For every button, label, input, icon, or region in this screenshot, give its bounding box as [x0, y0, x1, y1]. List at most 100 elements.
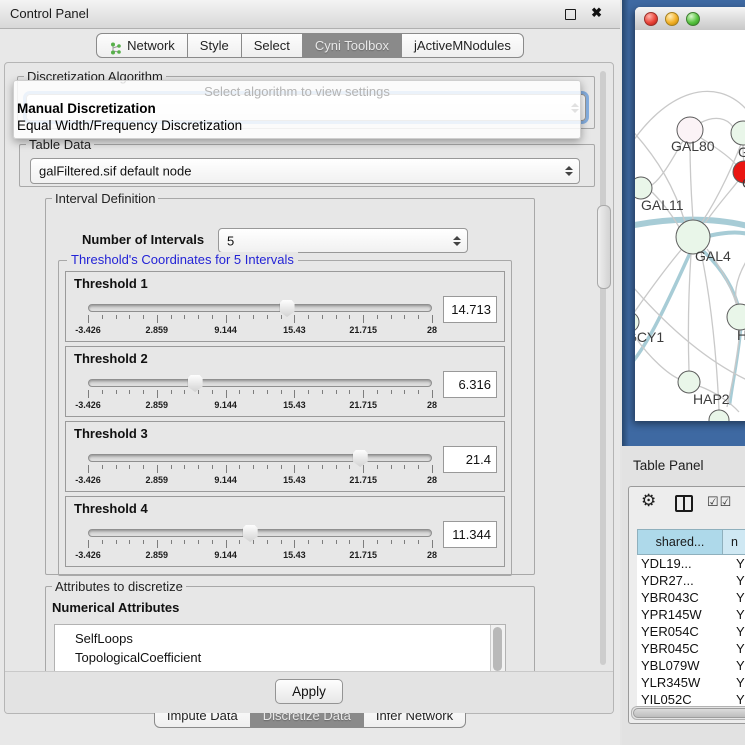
- cell-name[interactable]: YLR3: [725, 675, 745, 690]
- zoom-window-icon[interactable]: [686, 12, 700, 26]
- cyni-toolbox-content: Discretization Algorithm Select algorith…: [4, 62, 614, 714]
- cell-shared-name[interactable]: YIL052C: [637, 692, 725, 707]
- combo-arrows-icon: [453, 236, 461, 246]
- threshold-1-panel: Threshold 1 -3.4262.8599.14415.4321.7152…: [65, 271, 505, 342]
- threshold-4-value-field[interactable]: 11.344: [443, 521, 497, 548]
- cell-name[interactable]: YER0: [725, 624, 745, 639]
- checkbox-icons[interactable]: ☑☑: [707, 494, 732, 510]
- control-panel-titlebar: Control Panel ✖: [0, 0, 620, 29]
- cell-shared-name[interactable]: YPR145W: [637, 607, 725, 622]
- minimize-window-icon[interactable]: [665, 12, 679, 26]
- table-row[interactable]: YLR345WYLR3: [637, 674, 745, 691]
- threshold-3-value-field[interactable]: 21.4: [443, 446, 497, 473]
- cell-shared-name[interactable]: YLR345W: [637, 675, 725, 690]
- threshold-1-value-field[interactable]: 14.713: [443, 296, 497, 323]
- algorithm-option-equal-width[interactable]: Equal Width/Frequency Discretization: [17, 118, 242, 133]
- label-partial-h: H: [737, 327, 745, 343]
- attribute-item[interactable]: TopologicalCoefficient: [75, 648, 505, 667]
- cell-name[interactable]: YBL0: [725, 658, 745, 673]
- tab-label: Cyni Toolbox: [315, 34, 389, 57]
- table-data-selected: galFiltered.sif default node: [39, 164, 191, 179]
- threshold-1-label: Threshold 1: [74, 276, 148, 291]
- threshold-2-slider[interactable]: -3.4262.8599.14415.4321.71528: [88, 375, 432, 413]
- cell-name[interactable]: YBR0: [725, 641, 745, 656]
- apply-strip: Apply: [5, 671, 613, 714]
- label-gal80: GAL80: [671, 138, 715, 154]
- label-gcy1: GCY1: [635, 329, 664, 345]
- combo-arrows-icon: [565, 166, 573, 176]
- numerical-attributes-label: Numerical Attributes: [52, 600, 179, 615]
- table-horizontal-scrollbar[interactable]: [631, 706, 745, 720]
- close-window-icon[interactable]: [644, 12, 658, 26]
- cell-name[interactable]: YDL1: [725, 556, 745, 571]
- label-hap2: HAP2: [693, 391, 730, 407]
- cell-shared-name[interactable]: YDR27...: [637, 573, 725, 588]
- cell-name[interactable]: YBR0: [725, 590, 745, 605]
- table-row[interactable]: YPR145WYPR1: [637, 606, 745, 623]
- float-panel-icon[interactable]: [565, 9, 576, 20]
- slider-scale-labels: -3.4262.8599.14415.4321.71528: [88, 325, 432, 336]
- slider-scale-labels: -3.4262.8599.14415.4321.71528: [88, 400, 432, 411]
- network-view-window[interactable]: GAL80 G GAL11 GAL4 C GCY1 H HAP2: [635, 7, 745, 421]
- table-panel-title: Table Panel: [633, 458, 704, 473]
- tab-cyni-toolbox[interactable]: Cyni Toolbox: [302, 33, 402, 58]
- table-row[interactable]: YBR043CYBR0: [637, 589, 745, 606]
- tab-select[interactable]: Select: [241, 33, 303, 58]
- algorithm-dropdown-popup: Select algorithm to view settings Manual…: [13, 80, 581, 139]
- cell-shared-name[interactable]: YDL19...: [637, 556, 725, 571]
- column-header-name[interactable]: n: [722, 529, 745, 555]
- node-gal11[interactable]: [635, 177, 652, 199]
- threshold-1-slider[interactable]: -3.4262.8599.14415.4321.71528: [88, 300, 432, 338]
- node-bottom[interactable]: [709, 410, 729, 421]
- slider-track[interactable]: [88, 529, 432, 537]
- table-data-label: Table Data: [26, 137, 94, 152]
- threshold-4-slider[interactable]: -3.4262.8599.14415.4321.71528: [88, 525, 432, 563]
- table-row[interactable]: YBL079WYBL0: [637, 657, 745, 674]
- table-row[interactable]: YER054CYER0: [637, 623, 745, 640]
- node-hap2[interactable]: [678, 371, 700, 393]
- table-data-group: Table Data galFiltered.sif default node: [19, 137, 595, 187]
- split-view-icon[interactable]: [675, 495, 693, 512]
- tab-jactivemnodules[interactable]: jActiveMNodules: [401, 33, 524, 58]
- threshold-2-label: Threshold 2: [74, 351, 148, 366]
- cell-shared-name[interactable]: YBL079W: [637, 658, 725, 673]
- slider-track[interactable]: [88, 454, 432, 462]
- slider-ticks: [88, 540, 432, 549]
- table-header-row: shared... n: [637, 529, 745, 555]
- gear-icon[interactable]: ⚙: [641, 491, 656, 511]
- panel-vertical-scrollbar[interactable]: [597, 71, 609, 665]
- threshold-3-slider[interactable]: -3.4262.8599.14415.4321.71528: [88, 450, 432, 488]
- network-tab-icon: [109, 39, 122, 52]
- tab-label: Network: [127, 34, 175, 57]
- close-panel-icon[interactable]: ✖: [591, 5, 602, 21]
- network-canvas[interactable]: GAL80 G GAL11 GAL4 C GCY1 H HAP2: [635, 30, 745, 421]
- node-top-right[interactable]: [731, 121, 745, 145]
- attribute-item[interactable]: SelfLoops: [75, 629, 505, 648]
- slider-track[interactable]: [88, 304, 432, 312]
- table-rows: YDL19...YDL1YDR27...YDR2YBR043CYBR0YPR14…: [637, 555, 745, 708]
- network-window-titlebar[interactable]: [635, 7, 745, 31]
- cell-shared-name[interactable]: YBR043C: [637, 590, 725, 605]
- table-row[interactable]: YDL19...YDL1: [637, 555, 745, 572]
- table-data-combobox[interactable]: galFiltered.sif default node: [30, 158, 580, 184]
- apply-button[interactable]: Apply: [275, 679, 343, 704]
- tab-label: Select: [254, 34, 290, 57]
- label-gal11: GAL11: [641, 197, 684, 213]
- tab-style[interactable]: Style: [187, 33, 242, 58]
- slider-track[interactable]: [88, 379, 432, 387]
- table-row[interactable]: YDR27...YDR2: [637, 572, 745, 589]
- cell-shared-name[interactable]: YER054C: [637, 624, 725, 639]
- cell-name[interactable]: YDR2: [725, 573, 745, 588]
- table-toolbar: ⚙ ☑☑: [629, 487, 745, 519]
- number-of-intervals-combobox[interactable]: 5: [218, 228, 468, 253]
- tab-network[interactable]: Network: [96, 33, 188, 58]
- cell-shared-name[interactable]: YBR045C: [637, 641, 725, 656]
- cell-name[interactable]: YIL0: [725, 692, 745, 707]
- column-header-shared-name[interactable]: shared...: [637, 529, 723, 555]
- threshold-4-panel: Threshold 4 -3.4262.8599.14415.4321.7152…: [65, 496, 505, 567]
- slider-ticks: [88, 390, 432, 399]
- cell-name[interactable]: YPR1: [725, 607, 745, 622]
- threshold-2-value-field[interactable]: 6.316: [443, 371, 497, 398]
- table-row[interactable]: YBR045CYBR0: [637, 640, 745, 657]
- algorithm-option-manual[interactable]: Manual Discretization: [17, 101, 156, 116]
